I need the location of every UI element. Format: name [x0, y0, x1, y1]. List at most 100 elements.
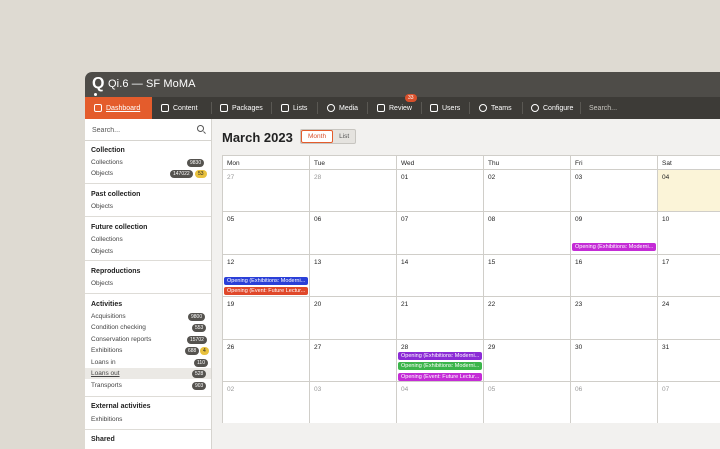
sidebar-item-label: Loans out	[91, 370, 120, 377]
day-number: 03	[314, 386, 322, 393]
calendar-day-cell[interactable]: 06	[309, 211, 396, 254]
calendar-day-cell[interactable]: 29	[483, 338, 570, 381]
calendar-day-cell[interactable]: 26	[222, 338, 309, 381]
calendar-event[interactable]: Opening (Exhibitions: Moderni...	[572, 243, 656, 252]
count-badge: 553	[192, 324, 207, 332]
nav-packages[interactable]: Packages	[220, 97, 263, 119]
nav-teams[interactable]: Teams	[479, 97, 512, 119]
day-number: 24	[662, 301, 670, 309]
calendar-day-cell[interactable]: 28 Opening (Exhibitions: Moderni... Openin…	[396, 338, 483, 381]
divider	[85, 429, 211, 430]
sidebar-item-acquisitions[interactable]: Acquisitions 9800	[91, 313, 211, 321]
sidebar-item-collections[interactable]: Collections 9830	[91, 159, 211, 167]
sidebar-item-loans-in[interactable]: Loans in 110	[91, 359, 211, 367]
sidebar-item-label: Acquisitions	[91, 313, 126, 320]
calendar-day-cell[interactable]: 21	[396, 296, 483, 339]
calendar-day-cell[interactable]: 13	[309, 253, 396, 297]
weekday-header: Thu	[483, 155, 570, 169]
calendar-day-cell[interactable]: 02	[483, 169, 570, 212]
day-number: 06	[575, 386, 583, 393]
nav-media[interactable]: Media	[327, 97, 358, 119]
weekday-header: Tue	[309, 155, 396, 169]
media-icon	[327, 104, 335, 112]
sidebar-item-condition-checking[interactable]: Condition checking 553	[91, 324, 211, 332]
calendar-day-cell[interactable]: 08	[483, 211, 570, 254]
calendar-day-cell[interactable]: 12 Opening (Exhibitions: Moderni... Openin…	[222, 253, 309, 297]
calendar-day-cell[interactable]: 20	[309, 296, 396, 339]
sidebar-item-future-objects[interactable]: Objects	[91, 248, 113, 255]
nav-dashboard-label: Dashboard	[106, 104, 141, 112]
month-view-button[interactable]: Month	[301, 130, 334, 143]
sidebar-item-label: Condition checking	[91, 324, 146, 331]
calendar-day-cell[interactable]: 05	[483, 381, 570, 424]
calendar-event[interactable]: Opening (Exhibitions: Moderni...	[398, 362, 482, 371]
count-badge: 688	[185, 347, 200, 355]
day-number: 27	[227, 174, 235, 181]
calendar-day-cell[interactable]: 09 Opening (Exhibitions: Moderni...	[570, 211, 657, 254]
calendar-day-cell[interactable]: 01	[396, 169, 483, 212]
calendar-day-cell[interactable]: 31	[657, 338, 720, 381]
search-icon[interactable]	[197, 125, 204, 132]
calendar-day-cell[interactable]: 16	[570, 253, 657, 297]
sidebar-item-reproductions-objects[interactable]: Objects	[91, 280, 113, 287]
calendar-event[interactable]: Opening (Event: Future Lectur...	[398, 372, 482, 381]
sidebar-search-input[interactable]	[92, 123, 192, 137]
nav-search[interactable]: Search...	[589, 97, 617, 119]
day-number: 29	[488, 343, 496, 351]
sidebar-item-past-objects[interactable]: Objects	[91, 203, 113, 210]
calendar-day-cell[interactable]: 03	[309, 381, 396, 424]
day-number: 06	[314, 216, 322, 224]
calendar-day-cell[interactable]: 28	[309, 169, 396, 212]
day-number: 04	[662, 174, 670, 181]
sidebar-item-label: Collections	[91, 159, 123, 166]
app-window: Q Qi.6 — SF MoMA Dashboard Content Packa…	[85, 72, 720, 449]
count-badge: 903	[192, 382, 207, 390]
calendar-event[interactable]: Opening (Event: Future Lectur...	[224, 287, 308, 296]
calendar-event[interactable]: Opening (Exhibitions: Moderni...	[224, 276, 308, 285]
sidebar-item-exhibitions[interactable]: Exhibitions 688 4	[91, 347, 211, 355]
sidebar-item-loans-out[interactable]: Loans out 528	[85, 368, 211, 379]
day-number: 02	[488, 174, 496, 181]
calendar-day-cell[interactable]: 04	[396, 381, 483, 424]
nav-review[interactable]: Review 33	[377, 94, 417, 119]
nav-content[interactable]: Content	[161, 97, 198, 119]
nav-dashboard[interactable]: Dashboard	[85, 97, 152, 119]
calendar-day-cell[interactable]: 17	[657, 253, 720, 297]
sidebar-item-external-exhibitions[interactable]: Exhibitions	[91, 416, 122, 423]
calendar-day-cell[interactable]: 07	[657, 381, 720, 424]
day-number: 03	[575, 174, 583, 181]
calendar-day-cell[interactable]: 22	[483, 296, 570, 339]
calendar-day-cell[interactable]: 24	[657, 296, 720, 339]
section-title-past-collection: Past collection	[91, 191, 141, 198]
calendar-day-cell[interactable]: 23	[570, 296, 657, 339]
sidebar-search	[85, 119, 211, 141]
calendar-day-cell[interactable]: 15	[483, 253, 570, 297]
content-icon	[161, 104, 169, 112]
calendar-day-cell[interactable]: 30	[570, 338, 657, 381]
calendar-event[interactable]: Opening (Exhibitions: Moderni...	[398, 351, 482, 360]
count-badge: 9800	[188, 313, 206, 321]
nav-configure[interactable]: Configure	[531, 97, 573, 119]
calendar-day-cell[interactable]: 19	[222, 296, 309, 339]
sidebar-item-objects[interactable]: Objects 147022 53	[91, 170, 211, 178]
calendar-day-cell[interactable]: 03	[570, 169, 657, 212]
sidebar-item-future-collections[interactable]: Collections	[91, 236, 123, 243]
dashboard-icon	[94, 104, 102, 112]
divider	[85, 260, 211, 261]
calendar-day-cell[interactable]: 14	[396, 253, 483, 297]
sidebar-item-transports[interactable]: Transports 903	[91, 382, 211, 390]
sidebar-item-conservation-reports[interactable]: Conservation reports 15702	[91, 336, 211, 344]
globe-icon	[479, 104, 487, 112]
nav-users[interactable]: Users	[430, 97, 460, 119]
calendar-day-cell[interactable]: 07	[396, 211, 483, 254]
calendar-day-cell[interactable]: 27	[222, 169, 309, 212]
calendar-day-cell[interactable]: 05	[222, 211, 309, 254]
calendar-day-cell[interactable]: 04	[657, 169, 720, 212]
calendar-day-cell[interactable]: 02	[222, 381, 309, 424]
calendar-day-cell[interactable]: 27	[309, 338, 396, 381]
sidebar-item-label: Conservation reports	[91, 336, 152, 343]
nav-lists[interactable]: Lists	[281, 97, 307, 119]
list-view-button[interactable]: List	[333, 130, 355, 143]
calendar-day-cell[interactable]: 10	[657, 211, 720, 254]
calendar-day-cell[interactable]: 06	[570, 381, 657, 424]
